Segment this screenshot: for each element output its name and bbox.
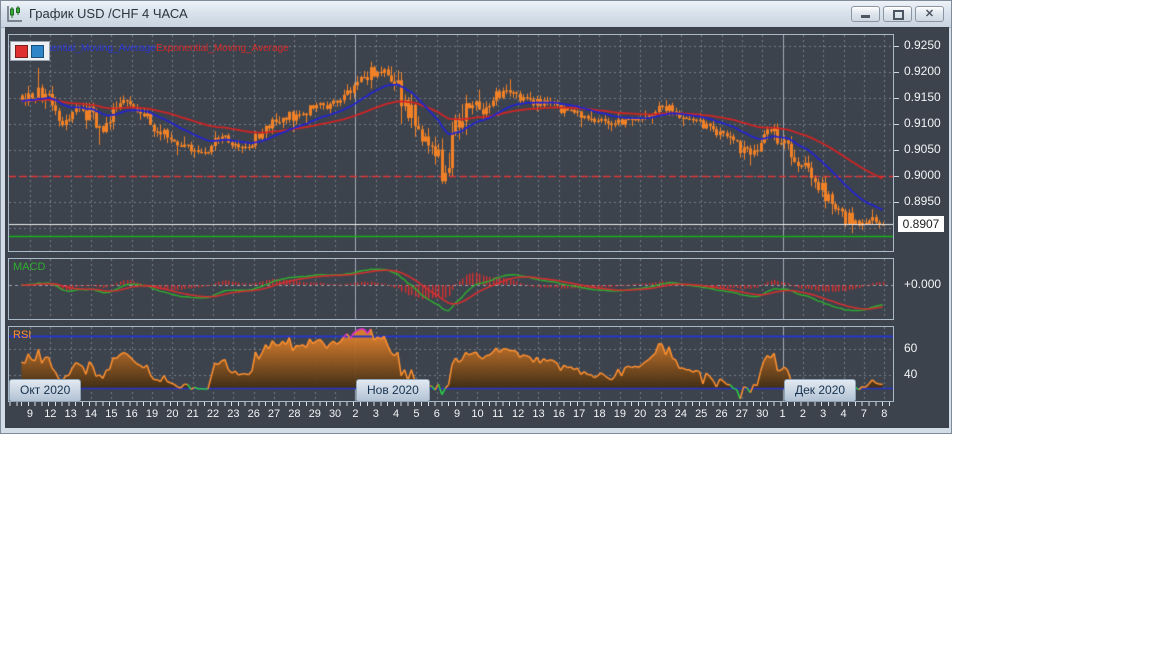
window-title: График USD /CHF 4 ЧАСА [29,6,188,21]
price-axis-label: 0.9250 [904,38,941,52]
maximize-icon [893,10,904,20]
close-button[interactable]: ✕ [915,6,944,22]
window-controls: ✕ [851,6,944,22]
maximize-button[interactable] [883,6,912,22]
price-axis-label: 0.9100 [904,116,941,130]
chart-client-area: Exponential_Moving_Average Exponential_M… [5,27,949,428]
price-axis-tick [894,202,899,203]
indicator-red-button[interactable] [15,45,28,58]
title-bar[interactable]: График USD /CHF 4 ЧАСА ✕ [1,1,951,28]
month-label: Окт 2020 [9,379,82,402]
price-axis-tick [894,72,899,73]
rsi-pane: RSI [8,326,894,402]
macd-axis-zero-label: +0.000 [904,277,942,291]
price-axis-label: 0.9200 [904,64,941,78]
price-axis: 0.8907 0.9250 0.9200 0.9150 0.9100 0.9050 0.9… [894,28,948,427]
app-window: График USD /CHF 4 ЧАСА ✕ Exponential_Mov… [0,0,952,434]
rsi-label: RSI [13,329,32,341]
rsi-axis-label: 40 [904,367,918,381]
macd-pane: MACD [8,258,894,320]
month-label: Нов 2020 [356,379,430,402]
x-axis-label: 8 [881,408,888,420]
month-label: Дек 2020 [784,379,857,402]
price-pane: Exponential_Moving_Average Exponential_M… [8,34,894,252]
price-axis-label: 0.9150 [904,90,941,104]
rsi-axis-label: 60 [904,341,918,355]
indicator-buttons [10,41,50,61]
rsi-chart-canvas[interactable] [9,327,893,401]
current-price-badge: 0.8907 [898,216,944,233]
price-axis-tick [894,176,899,177]
price-axis-label: 0.8950 [904,194,941,208]
price-axis-tick [894,124,899,125]
price-axis-label: 0.9000 [904,168,941,182]
price-axis-tick [894,98,899,99]
legend-ema-slow: Exponential_Moving_Average [156,43,289,54]
close-icon: ✕ [924,8,935,20]
minimize-icon [861,15,870,18]
macd-label: MACD [13,261,46,273]
indicator-blue-button[interactable] [31,45,44,58]
price-axis-tick [894,150,899,151]
minimize-button[interactable] [851,6,880,22]
price-chart-canvas[interactable] [9,35,893,251]
candlestick-chart-icon [7,6,22,22]
price-axis-label: 0.9050 [904,142,941,156]
macd-chart-canvas[interactable] [9,259,893,319]
x-axis-tick-strip [8,402,894,406]
x-axis: 9 12 13 14 15 16 19 20 21 22 23 26 27 28 29 30 2 3 4 5 6 9 10 1… [8,402,894,426]
price-axis-tick [894,46,899,47]
